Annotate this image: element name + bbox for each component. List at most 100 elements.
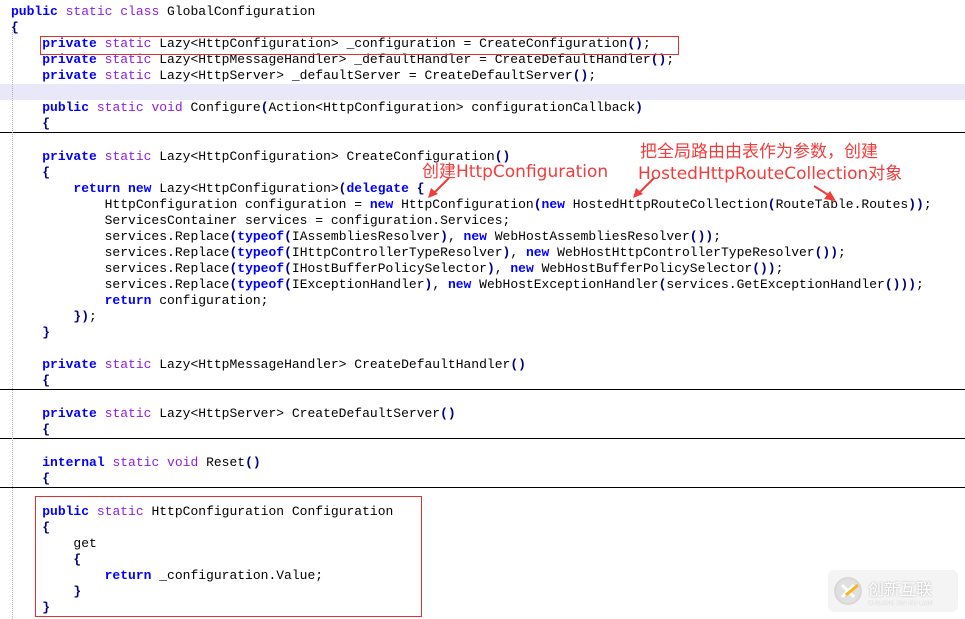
code-text: ServicesContainer services = configurati… bbox=[104, 213, 511, 228]
code-text: IHttpControllerTypeResolver bbox=[291, 245, 503, 260]
code-punctuation: { bbox=[416, 181, 425, 196]
code-line[interactable]: private static Lazy<HttpMessageHandler> … bbox=[0, 357, 965, 373]
code-line[interactable]: internal static void Reset() bbox=[0, 455, 965, 471]
code-punctuation: ( bbox=[284, 229, 292, 244]
code-text: ; bbox=[775, 261, 784, 276]
watermark: 创新互联 CHUANG XIN HU LIAN bbox=[828, 570, 958, 612]
code-text: GlobalConfiguration bbox=[159, 4, 316, 19]
code-line[interactable] bbox=[0, 84, 965, 100]
code-line[interactable]: ServicesContainer services = configurati… bbox=[0, 213, 965, 229]
code-line[interactable]: { bbox=[0, 422, 965, 439]
code-text: ; bbox=[916, 277, 924, 292]
code-punctuation: ())) bbox=[884, 277, 917, 292]
code-text: ; bbox=[838, 245, 846, 260]
code-text: Lazy<HttpServer> CreateDefaultServer bbox=[151, 406, 441, 421]
code-text: HttpConfiguration configuration = bbox=[104, 197, 370, 212]
code-line[interactable]: public static void Configure(Action<Http… bbox=[0, 100, 965, 116]
code-line[interactable]: services.Replace(typeof(IExceptionHandle… bbox=[0, 277, 965, 293]
code-punctuation: )) bbox=[908, 197, 924, 212]
code-text: Reset bbox=[198, 455, 246, 470]
code-text: services.Replace bbox=[104, 229, 230, 244]
code-punctuation: ( bbox=[260, 100, 269, 115]
annotation-route-param-line2: HostedHttpRouteCollection对象 bbox=[638, 164, 903, 184]
code-keyword: new bbox=[541, 197, 565, 212]
code-text: services.Replace bbox=[104, 261, 230, 276]
code-line[interactable]: private static Lazy<HttpServer> _default… bbox=[0, 68, 965, 84]
code-text: services.Replace bbox=[104, 245, 230, 260]
code-keyword: return bbox=[104, 293, 152, 308]
code-line[interactable]: }); bbox=[0, 309, 965, 325]
code-keyword: static class bbox=[65, 4, 160, 19]
code-keyword: new bbox=[447, 277, 472, 292]
code-punctuation: ) bbox=[486, 261, 495, 276]
code-text: ; bbox=[713, 229, 722, 244]
code-keyword: public bbox=[11, 4, 58, 19]
code-keyword: typeof bbox=[237, 277, 285, 292]
code-line[interactable]: { bbox=[0, 20, 965, 36]
code-text: WebHostAssembliesResolver bbox=[486, 229, 690, 244]
code-punctuation: () bbox=[572, 68, 589, 83]
code-text: ; bbox=[588, 68, 597, 83]
code-text: WebHostHttpControllerTypeResolver bbox=[549, 245, 815, 260]
code-keyword: delegate bbox=[346, 181, 409, 196]
code-line[interactable] bbox=[0, 341, 965, 357]
code-keyword: private bbox=[42, 68, 97, 83]
code-line[interactable]: { bbox=[0, 471, 965, 488]
code-text: , bbox=[494, 261, 511, 276]
watermark-name-en: CHUANG XIN HU LIAN bbox=[868, 599, 934, 607]
code-keyword: private bbox=[42, 357, 97, 372]
code-punctuation: () bbox=[440, 406, 456, 421]
code-keyword: static bbox=[104, 68, 152, 83]
code-text: HostedHttpRouteCollection bbox=[564, 197, 768, 212]
code-text: Lazy<HttpServer> _defaultServer = Create… bbox=[151, 68, 573, 83]
code-keyword: new bbox=[369, 197, 394, 212]
code-keyword: typeof bbox=[237, 229, 285, 244]
highlight-box-configuration-property bbox=[35, 496, 422, 617]
code-punctuation: ()) bbox=[752, 261, 776, 276]
code-line[interactable]: public static class GlobalConfiguration bbox=[0, 4, 965, 20]
code-keyword: typeof bbox=[237, 261, 285, 276]
code-keyword: return new bbox=[73, 181, 152, 196]
code-line[interactable]: return configuration; bbox=[0, 293, 965, 309]
code-punctuation: } bbox=[42, 325, 51, 340]
code-line[interactable]: } bbox=[0, 325, 965, 341]
code-line[interactable]: services.Replace(typeof(IHostBufferPolic… bbox=[0, 261, 965, 277]
code-punctuation: { bbox=[42, 471, 51, 486]
code-punctuation: ( bbox=[284, 277, 292, 292]
code-line[interactable] bbox=[0, 439, 965, 455]
code-punctuation: () bbox=[245, 455, 261, 470]
code-line[interactable]: private static Lazy<HttpServer> CreateDe… bbox=[0, 406, 965, 422]
code-line[interactable]: { bbox=[0, 373, 965, 390]
code-keyword: static void bbox=[112, 455, 199, 470]
code-punctuation: ( bbox=[767, 197, 776, 212]
code-punctuation: { bbox=[42, 165, 51, 180]
watermark-name-cn: 创新互联 bbox=[868, 579, 933, 599]
code-line[interactable]: services.Replace(typeof(IAssembliesResol… bbox=[0, 229, 965, 245]
code-text: HttpConfiguration bbox=[393, 197, 534, 212]
code-keyword: private bbox=[42, 149, 97, 164]
code-punctuation: ( bbox=[284, 245, 292, 260]
code-punctuation: ()) bbox=[814, 245, 839, 260]
code-line[interactable] bbox=[0, 390, 965, 406]
code-line[interactable]: { bbox=[0, 116, 965, 133]
code-line[interactable]: services.Replace(typeof(IHttpControllerT… bbox=[0, 245, 965, 261]
code-keyword: new bbox=[463, 229, 487, 244]
watermark-logo-icon bbox=[834, 577, 862, 605]
